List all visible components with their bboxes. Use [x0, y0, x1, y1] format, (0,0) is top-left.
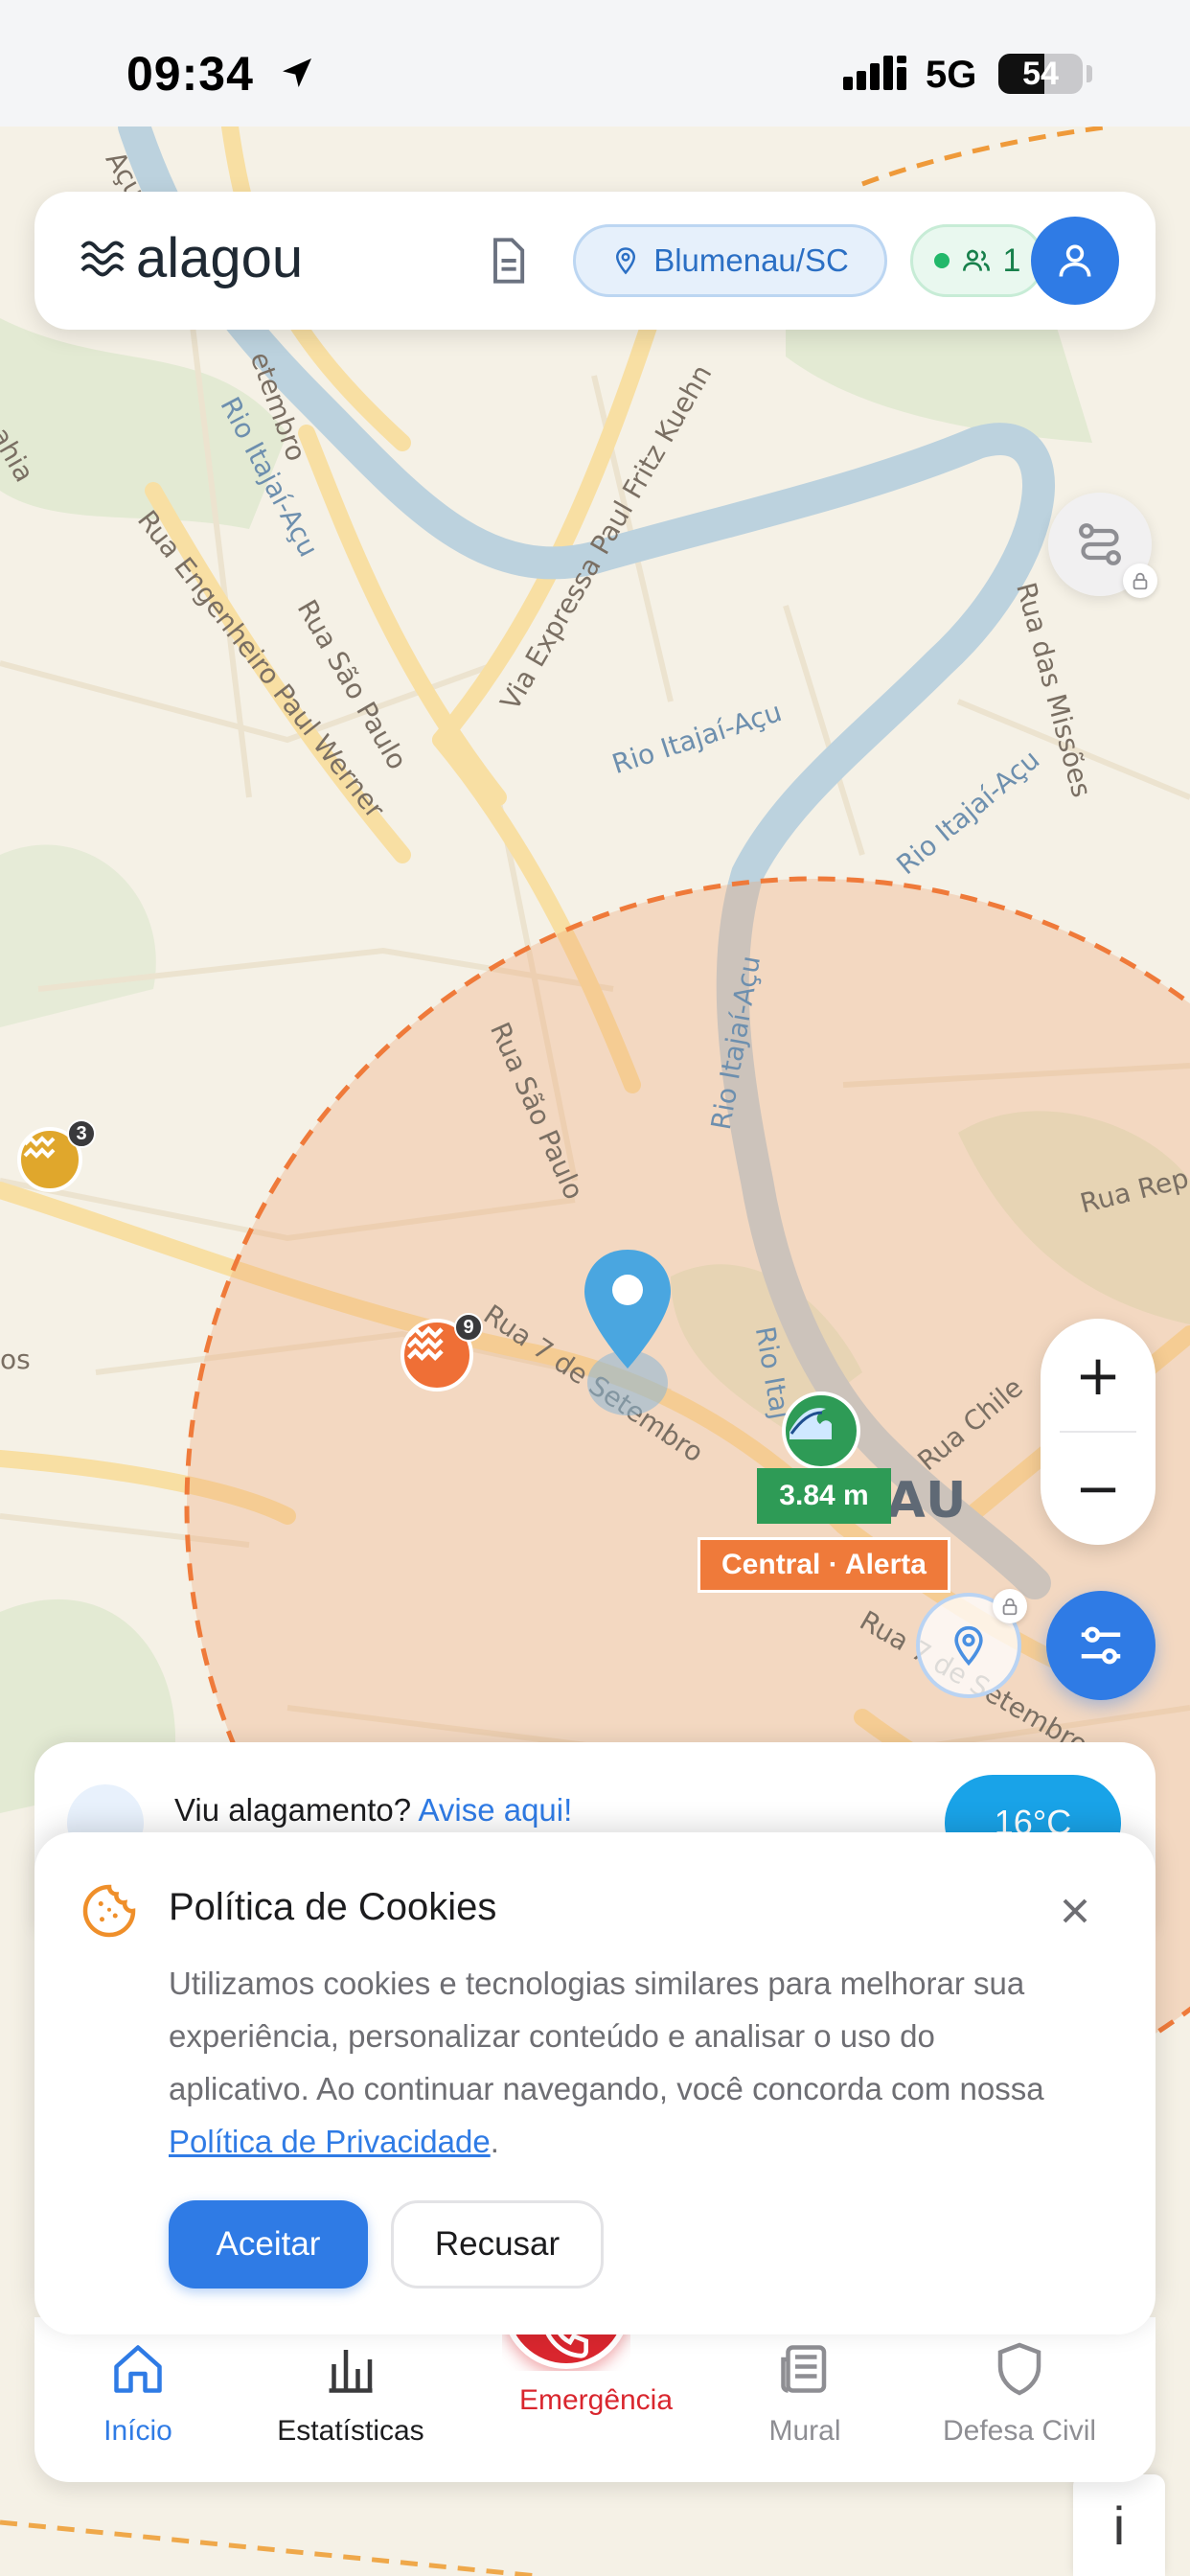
cookie-banner: Política de Cookies Utilizamos cookies e…	[34, 1832, 1156, 2334]
nav-label: Mural	[768, 2415, 841, 2447]
cookie-text: Utilizamos cookies e tecnologias similar…	[169, 1957, 1069, 2168]
app-name: alagou	[136, 227, 304, 289]
online-count: 1	[1002, 242, 1021, 279]
location-pin-icon[interactable]	[575, 1244, 680, 1416]
map-label-os: os	[0, 1344, 31, 1375]
profile-button[interactable]	[1031, 217, 1119, 305]
report-prompt: Viu alagamento? Avise aqui!	[174, 1792, 572, 1828]
nav-item-estatisticas[interactable]: Estatísticas	[255, 2340, 446, 2471]
city-name: Blumenau/SC	[653, 242, 849, 278]
report-question: Viu alagamento?	[174, 1792, 412, 1828]
cookie-body-text: Utilizamos cookies e tecnologias similar…	[169, 1966, 1044, 2106]
my-location-button[interactable]	[916, 1589, 1027, 1698]
nav-label: Início	[103, 2415, 172, 2447]
report-link[interactable]: Avise aqui!	[418, 1792, 572, 1828]
zoom-in-button[interactable]: +	[1041, 1319, 1156, 1432]
nav-item-inicio[interactable]: Início	[42, 2340, 234, 2471]
home-icon	[114, 2345, 162, 2393]
wave-icon	[790, 1408, 832, 1439]
cookie-body-end: .	[490, 2124, 499, 2159]
online-dot	[933, 253, 950, 268]
nav-item-defesa-civil[interactable]: Defesa Civil	[924, 2340, 1115, 2471]
network-type: 5G	[926, 54, 977, 96]
online-users-chip[interactable]: 1	[910, 224, 1044, 297]
nav-label: Emergência	[518, 2384, 674, 2416]
accept-cookies-button[interactable]: Aceitar	[169, 2200, 368, 2288]
nav-label: Defesa Civil	[942, 2415, 1097, 2447]
report-count-badge: 9	[454, 1313, 483, 1342]
battery-level: 54	[1022, 56, 1059, 92]
map-layers-button[interactable]	[1048, 493, 1157, 598]
status-time: 09:34	[126, 47, 254, 101]
map-pin-icon	[954, 1625, 983, 1667]
lock-icon	[1123, 564, 1157, 598]
sensor-status-label[interactable]: Central · Alerta	[698, 1537, 950, 1593]
flood-marker[interactable]: 3	[17, 1119, 96, 1192]
nav-item-emergencia[interactable]: Emergência	[500, 2384, 692, 2515]
privacy-policy-link[interactable]: Política de Privacidade	[169, 2124, 491, 2159]
shield-icon	[997, 2342, 1041, 2396]
user-icon	[1059, 244, 1091, 277]
document-icon[interactable]	[483, 236, 533, 286]
close-icon[interactable]	[1054, 1890, 1096, 1932]
app-logo[interactable]: alagou	[77, 226, 303, 290]
city-selector[interactable]: Blumenau/SC	[573, 224, 887, 297]
sliders-icon	[1081, 1626, 1121, 1665]
cookie-icon	[82, 1884, 136, 1938]
waves-logo-icon	[80, 241, 125, 276]
waves-icon	[406, 1325, 444, 1362]
newspaper-icon	[781, 2345, 827, 2393]
waves-icon	[23, 1136, 56, 1159]
location-arrow-icon	[283, 58, 311, 87]
filters-button[interactable]	[1046, 1591, 1156, 1700]
reject-cookies-button[interactable]: Recusar	[391, 2200, 604, 2288]
signal-icon	[843, 56, 906, 90]
users-icon	[962, 249, 990, 271]
zoom-out-button[interactable]: −	[1041, 1432, 1156, 1545]
app-header: alagou Blumenau/SC 1	[34, 192, 1156, 330]
zoom-control: + −	[1041, 1319, 1156, 1545]
water-sensor-marker[interactable]	[782, 1392, 860, 1470]
flood-marker[interactable]: 9	[400, 1313, 483, 1392]
water-level-label[interactable]: 3.84 m	[757, 1468, 891, 1524]
cookie-title: Política de Cookies	[169, 1886, 497, 1928]
bar-chart-icon	[329, 2350, 373, 2393]
route-icon	[1079, 523, 1121, 565]
lock-icon	[993, 1589, 1027, 1623]
map-pin-icon	[616, 247, 636, 275]
report-count-badge: 3	[67, 1119, 96, 1148]
nav-label: Estatísticas	[277, 2415, 424, 2447]
status-bar: 09:34 5G 54	[0, 0, 1190, 126]
info-button[interactable]: i	[1073, 2474, 1165, 2576]
battery-icon: 54	[998, 54, 1083, 94]
nav-item-mural[interactable]: Mural	[709, 2340, 901, 2471]
